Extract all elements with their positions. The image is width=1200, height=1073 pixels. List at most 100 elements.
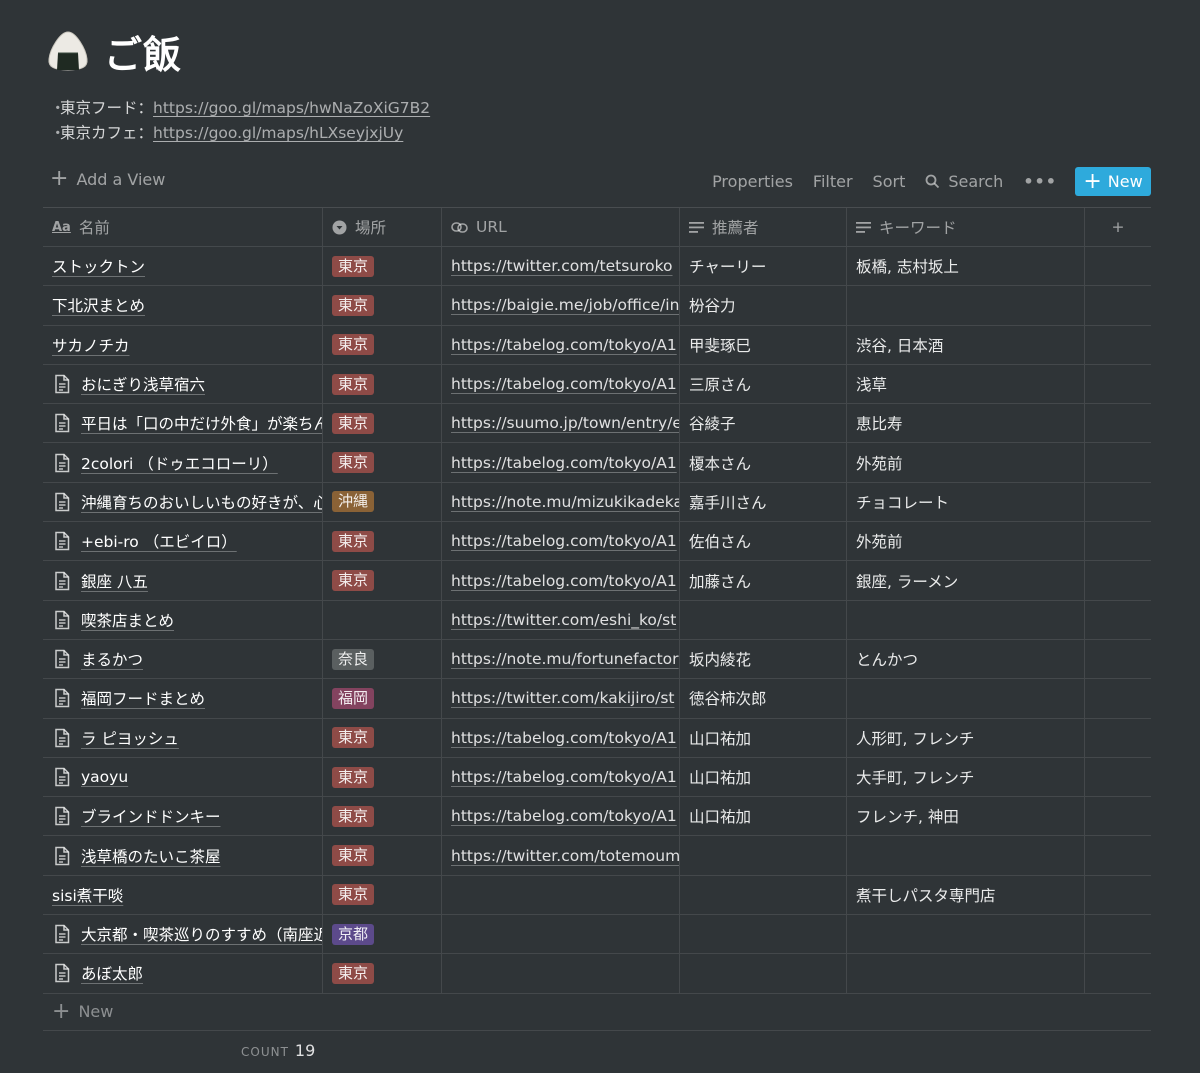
cell-url[interactable]: https://suumo.jp/town/entry/e (442, 404, 680, 443)
cell-name[interactable]: 大京都・喫茶巡りのすすめ（南座近 (43, 915, 323, 954)
cell-recommender[interactable]: 加藤さん (680, 561, 847, 600)
cell-recommender[interactable]: 谷綾子 (680, 404, 847, 443)
cell-keywords[interactable]: 外苑前 (847, 522, 1085, 561)
cell-location[interactable]: 東京 (323, 443, 442, 482)
url-link[interactable]: https://tabelog.com/tokyo/A1 (451, 768, 677, 786)
table-row[interactable]: 2colori （ドゥエコローリ） 東京 https://tabelog.com/t… (43, 443, 1151, 483)
row-title[interactable]: 平日は「口の中だけ外食」が楽ちん (81, 412, 322, 434)
cell-url[interactable] (442, 915, 680, 954)
url-link[interactable]: https://note.mu/fortunefactor (451, 650, 679, 668)
cell-name[interactable]: 2colori （ドゥエコローリ） (43, 443, 323, 482)
cell-recommender[interactable]: 山口祐加 (680, 797, 847, 836)
cell-url[interactable]: https://tabelog.com/tokyo/A1 (442, 561, 680, 600)
url-link[interactable]: https://suumo.jp/town/entry/e (451, 414, 679, 432)
cell-url[interactable]: https://note.mu/fortunefactor (442, 639, 680, 679)
column-header-location[interactable]: 場所 (323, 208, 442, 246)
cell-name[interactable]: 喫茶店まとめ (43, 600, 323, 639)
cell-recommender[interactable]: 嘉手川さん (680, 482, 847, 522)
cell-location[interactable]: 東京 (323, 797, 442, 836)
cell-name[interactable]: 銀座 八五 (43, 561, 323, 600)
cell-url[interactable]: https://twitter.com/totemoum (442, 836, 680, 875)
cell-name[interactable]: 平日は「口の中だけ外食」が楽ちん (43, 404, 323, 443)
cell-name[interactable]: sisi煮干啖 (43, 875, 323, 915)
row-title[interactable]: 2colori （ドゥエコローリ） (81, 452, 278, 474)
url-link[interactable]: https://twitter.com/totemoum (451, 847, 679, 865)
cell-keywords[interactable] (847, 679, 1085, 718)
column-header-name[interactable]: Aa 名前 (43, 208, 323, 246)
cell-keywords[interactable]: 大手町, フレンチ (847, 757, 1085, 797)
cell-keywords[interactable]: 渋谷, 日本酒 (847, 325, 1085, 364)
row-title[interactable]: 福岡フードまとめ (81, 687, 205, 709)
cell-recommender[interactable]: チャーリー (680, 247, 847, 286)
more-options-icon[interactable]: ••• (1023, 172, 1057, 191)
cell-name[interactable]: 浅草橋のたいこ茶屋 (43, 836, 323, 875)
cell-location[interactable]: 東京 (323, 404, 442, 443)
cell-recommender[interactable]: 山口祐加 (680, 757, 847, 797)
table-row[interactable]: 喫茶店まとめ https://twitter.com/eshi_ko/st (43, 600, 1151, 640)
cell-location[interactable]: 東京 (323, 875, 442, 915)
cell-keywords[interactable] (847, 954, 1085, 993)
url-link[interactable]: https://tabelog.com/tokyo/A1 (451, 729, 677, 747)
cell-url[interactable] (442, 875, 680, 915)
url-link[interactable]: https://twitter.com/tetsuroko (451, 257, 673, 275)
cell-url[interactable]: https://baigie.me/job/office/in (442, 286, 680, 325)
cell-location[interactable]: 奈良 (323, 639, 442, 679)
cell-url[interactable]: https://twitter.com/tetsuroko (442, 247, 680, 286)
cell-keywords[interactable] (847, 600, 1085, 639)
row-title[interactable]: 沖縄育ちのおいしいもの好きが、心 (81, 491, 322, 513)
url-link[interactable]: https://tabelog.com/tokyo/A1 (451, 807, 677, 825)
cell-name[interactable]: ストックトン (43, 247, 323, 286)
cell-recommender[interactable]: 榎本さん (680, 443, 847, 482)
url-link[interactable]: https://tabelog.com/tokyo/A1 (451, 572, 677, 590)
url-link[interactable]: https://note.mu/mizukikadeka (451, 493, 679, 511)
cell-url[interactable]: https://tabelog.com/tokyo/A1 (442, 797, 680, 836)
table-row[interactable]: ストックトン 東京 https://twitter.com/tetsuroko チャー… (43, 247, 1151, 287)
table-row[interactable]: +ebi-ro （エビイロ） 東京 https://tabelog.com/toky… (43, 522, 1151, 562)
row-title[interactable]: 銀座 八五 (81, 570, 148, 592)
table-row[interactable]: サカノチカ 東京 https://tabelog.com/tokyo/A1 甲斐琢巳 渋… (43, 325, 1151, 365)
row-title[interactable]: yaoyu (81, 768, 128, 786)
cell-recommender[interactable]: 山口祐加 (680, 718, 847, 757)
cell-name[interactable]: 下北沢まとめ (43, 286, 323, 325)
cell-location[interactable]: 福岡 (323, 679, 442, 718)
cell-location[interactable]: 東京 (323, 718, 442, 757)
cell-location[interactable]: 京都 (323, 915, 442, 954)
cell-url[interactable]: https://tabelog.com/tokyo/A1 (442, 718, 680, 757)
cell-recommender[interactable]: 佐伯さん (680, 522, 847, 561)
cell-name[interactable]: サカノチカ (43, 325, 323, 364)
cell-recommender[interactable] (680, 915, 847, 954)
row-title[interactable]: まるかつ (81, 648, 143, 670)
table-row[interactable]: 沖縄育ちのおいしいもの好きが、心 沖縄 https://note.mu/mizuki… (43, 482, 1151, 523)
table-row[interactable]: yaoyu 東京 https://tabelog.com/tokyo/A1 山口祐加 大… (43, 757, 1151, 798)
row-title[interactable]: ラ ピヨッシュ (81, 727, 179, 749)
cell-location[interactable]: 沖縄 (323, 482, 442, 522)
cell-keywords[interactable] (847, 915, 1085, 954)
add-view-button[interactable]: + Add a View (50, 168, 165, 190)
column-header-keywords[interactable]: キーワード (847, 208, 1085, 246)
cell-recommender[interactable]: 枌谷力 (680, 286, 847, 325)
page-title[interactable]: ご飯 (104, 24, 182, 79)
cell-location[interactable]: 東京 (323, 286, 442, 325)
cell-url[interactable]: https://tabelog.com/tokyo/A1 (442, 443, 680, 482)
onigiri-icon[interactable] (46, 29, 90, 73)
cell-url[interactable]: https://twitter.com/eshi_ko/st (442, 600, 680, 639)
cell-url[interactable]: https://tabelog.com/tokyo/A1 (442, 522, 680, 561)
cell-recommender[interactable]: 徳谷柿次郎 (680, 679, 847, 718)
properties-button[interactable]: Properties (712, 172, 793, 191)
map-link[interactable]: https://goo.gl/maps/hLXseyjxjUy (153, 124, 403, 142)
cell-location[interactable]: 東京 (323, 364, 442, 404)
cell-keywords[interactable]: 煮干しパスタ専門店 (847, 875, 1085, 915)
table-row[interactable]: sisi煮干啖 東京 煮干しパスタ専門店 (43, 875, 1151, 916)
cell-location[interactable] (323, 600, 442, 639)
url-link[interactable]: https://tabelog.com/tokyo/A1 (451, 375, 677, 393)
cell-keywords[interactable]: チョコレート (847, 482, 1085, 522)
table-row[interactable]: 浅草橋のたいこ茶屋 東京 https://twitter.com/totemoum (43, 836, 1151, 876)
url-link[interactable]: https://tabelog.com/tokyo/A1 (451, 532, 677, 550)
url-link[interactable]: https://twitter.com/eshi_ko/st (451, 611, 676, 629)
cell-url[interactable]: https://tabelog.com/tokyo/A1 (442, 325, 680, 364)
row-title[interactable]: 大京都・喫茶巡りのすすめ（南座近 (81, 923, 322, 945)
cell-keywords[interactable]: 外苑前 (847, 443, 1085, 482)
map-link[interactable]: https://goo.gl/maps/hwNaZoXiG7B2 (153, 99, 430, 117)
cell-keywords[interactable]: 板橋, 志村坂上 (847, 247, 1085, 286)
table-row[interactable]: あぼ太郎 東京 (43, 954, 1151, 994)
